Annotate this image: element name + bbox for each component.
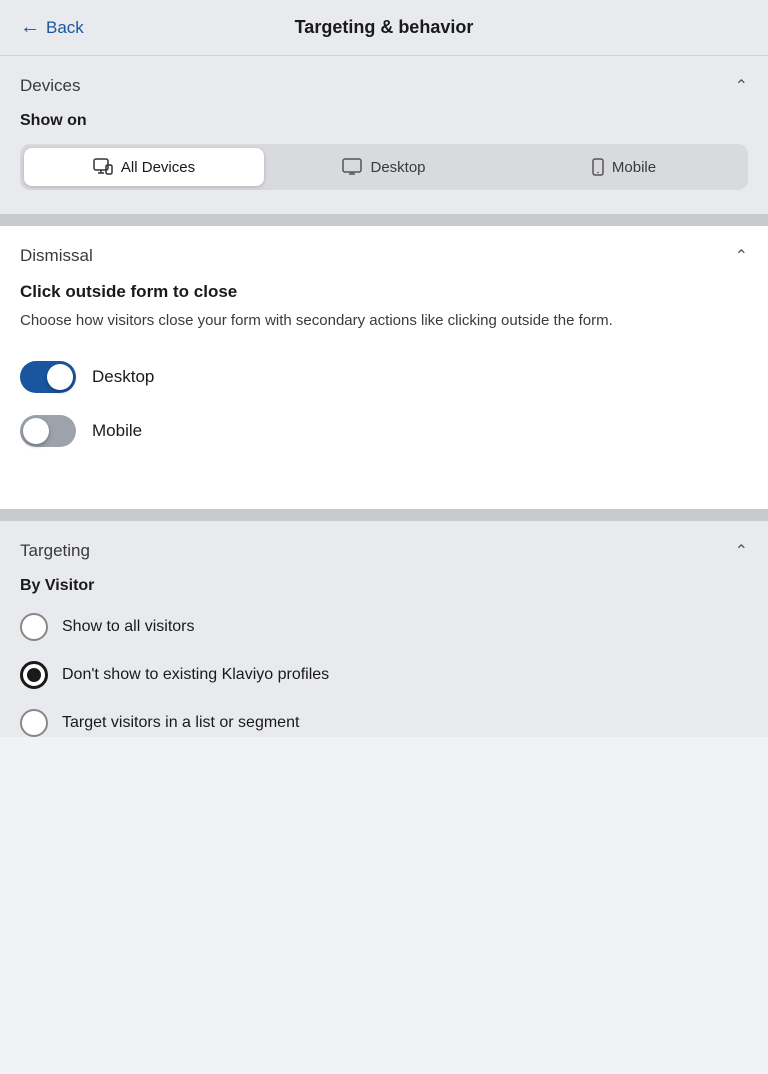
click-outside-desc: Choose how visitors close your form with… (20, 310, 748, 333)
targeting-section: Targeting ⌃ By Visitor Show to all visit… (0, 521, 768, 737)
mobile-toggle-row: Mobile (20, 415, 748, 447)
target-segment-row: Target visitors in a list or segment (20, 709, 748, 737)
all-devices-label: All Devices (121, 159, 195, 176)
devices-section-header: Devices ⌃ (0, 56, 768, 112)
targeting-section-header: Targeting ⌃ (20, 521, 748, 577)
desktop-icon (342, 158, 362, 176)
show-all-visitors-label: Show to all visitors (62, 618, 195, 636)
dismissal-section-title: Dismissal (20, 246, 93, 266)
desktop-label: Desktop (370, 159, 425, 176)
header: ← Back Targeting & behavior (0, 0, 768, 56)
dont-show-existing-radio[interactable] (20, 661, 48, 689)
target-segment-radio[interactable] (20, 709, 48, 737)
click-outside-title: Click outside form to close (20, 282, 748, 302)
mobile-label: Mobile (612, 159, 656, 176)
desktop-toggle[interactable] (20, 361, 76, 393)
back-arrow-icon: ← (20, 16, 40, 39)
show-on-label: Show on (20, 112, 748, 130)
show-all-visitors-row: Show to all visitors (20, 613, 748, 641)
dismissal-section: Dismissal ⌃ Click outside form to close … (0, 226, 768, 509)
targeting-chevron-icon: ⌃ (735, 541, 748, 561)
show-all-visitors-radio[interactable] (20, 613, 48, 641)
mobile-toggle[interactable] (20, 415, 76, 447)
dont-show-existing-label: Don't show to existing Klaviyo profiles (62, 666, 329, 684)
desktop-toggle-row: Desktop (20, 361, 748, 393)
back-label: Back (46, 18, 84, 38)
back-button[interactable]: ← Back (20, 16, 84, 39)
all-devices-button[interactable]: All Devices (24, 148, 264, 186)
targeting-section-title: Targeting (20, 541, 90, 561)
page-title: Targeting & behavior (295, 17, 474, 38)
all-devices-icon (93, 158, 113, 176)
dismissal-chevron-icon: ⌃ (735, 246, 748, 266)
mobile-toggle-label: Mobile (92, 421, 142, 441)
desktop-button[interactable]: Desktop (264, 148, 504, 186)
devices-content: Show on All Devices (0, 112, 768, 214)
mobile-icon (592, 158, 604, 176)
dont-show-existing-row: Don't show to existing Klaviyo profiles (20, 661, 748, 689)
mobile-toggle-knob (23, 418, 49, 444)
devices-section-title: Devices (20, 76, 80, 96)
by-visitor-label: By Visitor (20, 577, 748, 595)
separator-2 (0, 509, 768, 521)
separator-1 (0, 214, 768, 226)
desktop-toggle-knob (47, 364, 73, 390)
target-segment-label: Target visitors in a list or segment (62, 714, 299, 732)
devices-section: Devices ⌃ Show on All Devices (0, 56, 768, 214)
device-button-group: All Devices Desktop (20, 144, 748, 190)
desktop-toggle-label: Desktop (92, 367, 154, 387)
dismissal-section-header: Dismissal ⌃ (20, 226, 748, 282)
devices-chevron-icon: ⌃ (735, 76, 748, 96)
mobile-button[interactable]: Mobile (504, 148, 744, 186)
